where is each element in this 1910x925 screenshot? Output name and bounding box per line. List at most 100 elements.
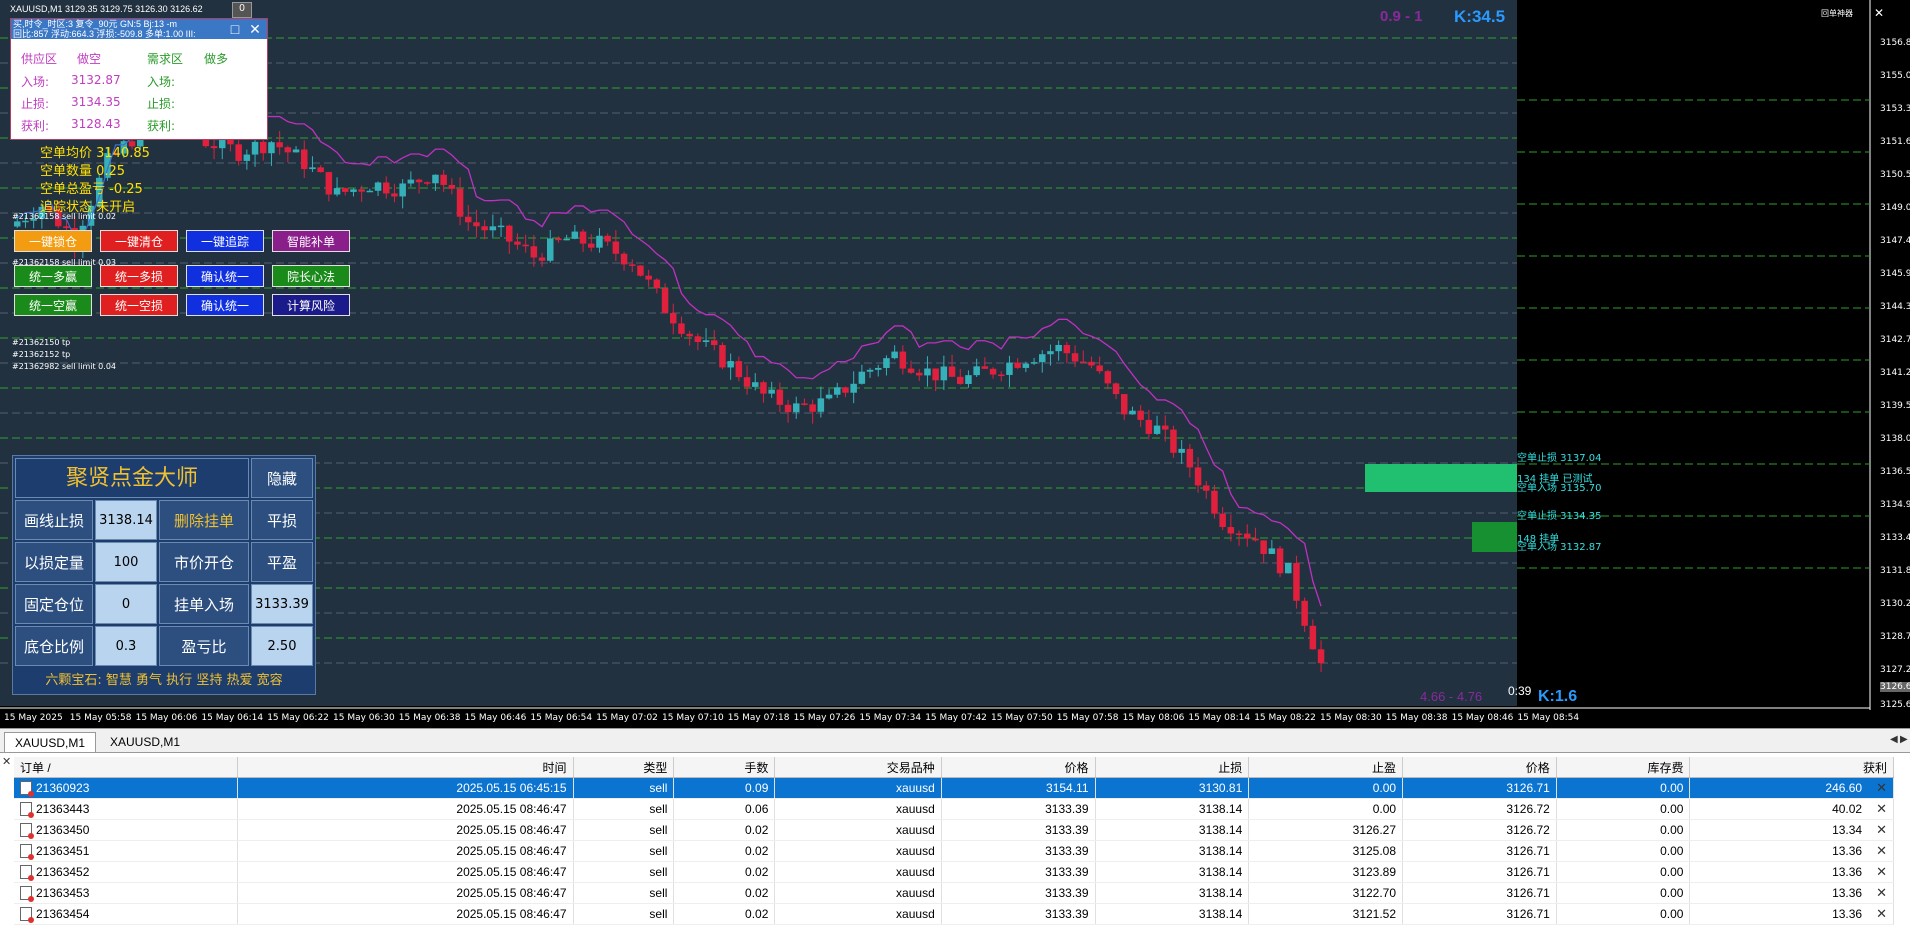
time-tick: 15 May 07:34: [859, 713, 922, 723]
maximize-icon[interactable]: □: [227, 21, 243, 37]
close-order-icon[interactable]: ✕: [1876, 906, 1887, 921]
order-id: 21363454: [36, 906, 90, 921]
action-button[interactable]: 统一多损: [100, 265, 178, 287]
action-button[interactable]: 统一空赢: [14, 294, 92, 316]
info-titlebar[interactable]: 买,时令_时区:3 复令_90元 GN:5 Bj:13 -m 回比:857 浮动…: [11, 19, 267, 39]
action-button[interactable]: 一键锁仓: [14, 230, 92, 252]
candle-body: [866, 369, 874, 372]
table-row[interactable]: 21363451 2025.05.15 08:46:47 sell 0.02 xauus…: [14, 840, 1894, 862]
delete-pending-button[interactable]: 删除挂单: [159, 500, 249, 540]
candle-body: [547, 238, 554, 261]
action-button[interactable]: 统一多赢: [14, 265, 92, 287]
pl-ratio-input[interactable]: 2.50: [251, 626, 313, 666]
candle-body: [571, 231, 579, 239]
candle-body: [1088, 361, 1095, 366]
close-icon[interactable]: ✕: [1874, 6, 1884, 20]
close-order-icon[interactable]: ✕: [1876, 780, 1887, 795]
line-stop-input[interactable]: 3138.14: [95, 500, 157, 540]
candle-body: [629, 264, 636, 266]
candle-body: [760, 382, 767, 394]
terminal-close-icon[interactable]: ✕: [2, 755, 11, 768]
candle-body: [432, 174, 439, 184]
action-button[interactable]: 确认统一: [186, 294, 264, 316]
scroll-right-icon[interactable]: ▶: [1900, 734, 1908, 745]
flat-loss-button[interactable]: 平损: [251, 500, 313, 540]
table-row[interactable]: 21363450 2025.05.15 08:46:47 sell 0.02 xauus…: [14, 819, 1894, 841]
market-open-button[interactable]: 市价开仓: [159, 542, 249, 582]
action-button[interactable]: 统一空损: [100, 294, 178, 316]
table-row[interactable]: 21363454 2025.05.15 08:46:47 sell 0.02 xauus…: [14, 903, 1894, 925]
column-header[interactable]: 订单 /: [14, 757, 238, 778]
action-button[interactable]: 院长心法: [272, 265, 350, 287]
candle-body: [1170, 429, 1177, 453]
column-header[interactable]: 类型: [573, 757, 675, 778]
table-cell: 21363454: [14, 903, 238, 925]
time-tick: 15 May 2025: [4, 713, 63, 723]
table-row[interactable]: 21363453 2025.05.15 08:46:47 sell 0.02 xauus…: [14, 882, 1894, 904]
table-cell: 21363452: [14, 861, 238, 883]
candle-body: [1039, 354, 1046, 363]
candle-body: [1104, 371, 1112, 384]
column-header[interactable]: 价格: [941, 757, 1096, 778]
action-button[interactable]: 计算风险: [272, 294, 350, 316]
table-cell: 0.02: [673, 861, 776, 883]
chart-window[interactable]: XAUUSD,M1 3129.35 3129.75 3126.30 3126.6…: [0, 0, 1910, 728]
column-header[interactable]: 止损: [1095, 757, 1250, 778]
table-cell: 2025.05.15 08:46:47: [237, 798, 574, 820]
table-cell: 0.00: [1556, 798, 1691, 820]
candle-body: [752, 382, 759, 387]
table-cell: 3133.39: [941, 840, 1096, 862]
profit-value: 40.02: [1832, 802, 1863, 816]
fixed-pos-input[interactable]: 0: [95, 584, 157, 624]
candle-body: [317, 167, 324, 173]
column-header[interactable]: 价格: [1402, 757, 1557, 778]
action-button[interactable]: 确认统一: [186, 265, 264, 287]
corner-badge[interactable]: 0: [232, 2, 252, 18]
base-ratio-label: 底仓比例: [15, 626, 93, 666]
table-cell: 2025.05.15 08:46:47: [237, 882, 574, 904]
column-header[interactable]: 手数: [673, 757, 776, 778]
price-tick: 3144.30: [1880, 302, 1910, 312]
close-order-icon[interactable]: ✕: [1876, 843, 1887, 858]
pending-entry-input[interactable]: 3133.39: [251, 584, 313, 624]
candle-body: [1096, 365, 1103, 372]
pending-entry-button[interactable]: 挂单入场: [159, 584, 249, 624]
column-header[interactable]: 获利: [1689, 757, 1894, 778]
candle-body: [1112, 383, 1120, 395]
candle-body: [489, 226, 497, 231]
order-icon: [20, 865, 34, 882]
close-order-icon[interactable]: ✕: [1876, 801, 1887, 816]
column-header[interactable]: 时间: [237, 757, 574, 778]
hide-button[interactable]: 隐藏: [251, 458, 313, 498]
tab-xauusd-m1[interactable]: XAUUSD,M1: [100, 732, 190, 752]
action-button[interactable]: 一键追踪: [186, 230, 264, 252]
bottom-level-range: 4.66 - 4.76: [1420, 689, 1483, 704]
order-icon: [20, 823, 34, 840]
candle-body: [473, 222, 480, 227]
base-ratio-input[interactable]: 0.3: [95, 626, 157, 666]
tab-xauusd-m1-active[interactable]: XAUUSD,M1: [4, 732, 97, 753]
column-header[interactable]: 库存费: [1556, 757, 1691, 778]
flat-profit-button[interactable]: 平盈: [251, 542, 313, 582]
column-header[interactable]: 交易品种: [774, 757, 942, 778]
table-row[interactable]: 21363443 2025.05.15 08:46:47 sell 0.06 xauus…: [14, 798, 1894, 820]
price-tick: 3142.78: [1880, 335, 1910, 345]
action-button[interactable]: 一键清仓: [100, 230, 178, 252]
column-header[interactable]: 止盈: [1248, 757, 1404, 778]
price-tick: 3147.48: [1880, 236, 1910, 246]
candle-body: [653, 279, 661, 289]
time-tick: 15 May 06:14: [201, 713, 264, 723]
close-order-icon[interactable]: ✕: [1876, 885, 1887, 900]
action-button[interactable]: 智能补单: [272, 230, 350, 252]
price-tick: 3151.64: [1880, 137, 1910, 147]
price-tick: 3134.93: [1880, 500, 1910, 510]
table-cell: 40.02 ✕: [1689, 798, 1894, 820]
scroll-left-icon[interactable]: ◀: [1890, 734, 1898, 745]
table-row[interactable]: 21360923 2025.05.15 06:45:15 sell 0.09 xauus…: [14, 777, 1894, 799]
loss-size-input[interactable]: 100: [95, 542, 157, 582]
table-row[interactable]: 21363452 2025.05.15 08:46:47 sell 0.02 xauus…: [14, 861, 1894, 883]
close-icon[interactable]: ✕: [247, 21, 263, 37]
close-order-icon[interactable]: ✕: [1876, 864, 1887, 879]
close-order-icon[interactable]: ✕: [1876, 822, 1887, 837]
candle-body: [497, 225, 505, 228]
